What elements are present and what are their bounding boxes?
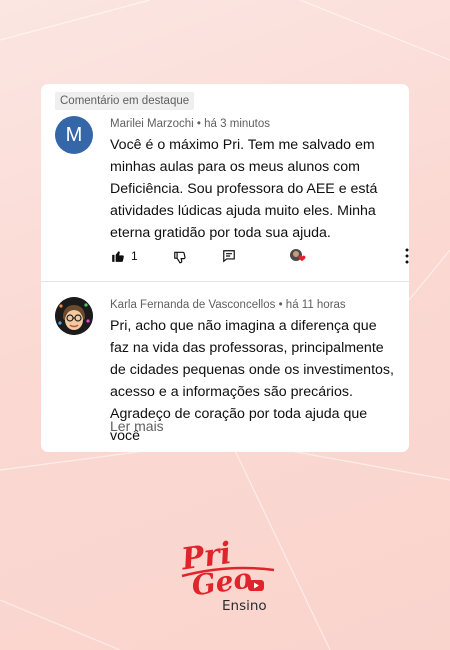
thumbs-up-icon[interactable] [111, 249, 125, 268]
thumbs-down-icon[interactable] [173, 250, 187, 269]
reply-icon[interactable] [222, 249, 236, 268]
comment-author[interactable]: Marilei Marzochi [110, 118, 194, 130]
comment-actions: 1 [41, 247, 409, 269]
comment-meta: Marilei Marzochi • há 3 minutos [110, 118, 270, 130]
logo-line-3: Ensino [222, 598, 267, 614]
comment-text: Você é o máximo Pri. Tem me salvado em m… [110, 137, 378, 241]
brand-logo: Pri Geo Ensino [178, 540, 275, 614]
comment-time[interactable]: há 3 minutos [204, 118, 270, 130]
comment-author[interactable]: Karla Fernanda de Vasconcellos [110, 299, 275, 311]
comment-time[interactable]: há 11 horas [286, 299, 346, 311]
more-icon[interactable] [405, 248, 409, 269]
comments-card: Comentário em destaque M Marilei Marzoch… [41, 84, 409, 452]
comment-meta: Karla Fernanda de Vasconcellos • há 11 h… [110, 299, 346, 311]
meta-separator: • [278, 299, 283, 311]
like-count: 1 [131, 249, 138, 263]
featured-comment-badge: Comentário em destaque [55, 92, 195, 110]
creator-heart-icon [288, 247, 308, 270]
read-more-link[interactable]: Ler mais [110, 418, 164, 434]
divider [41, 281, 409, 282]
avatar[interactable]: M [55, 116, 93, 154]
avatar[interactable] [55, 297, 93, 335]
meta-separator: • [196, 118, 201, 130]
